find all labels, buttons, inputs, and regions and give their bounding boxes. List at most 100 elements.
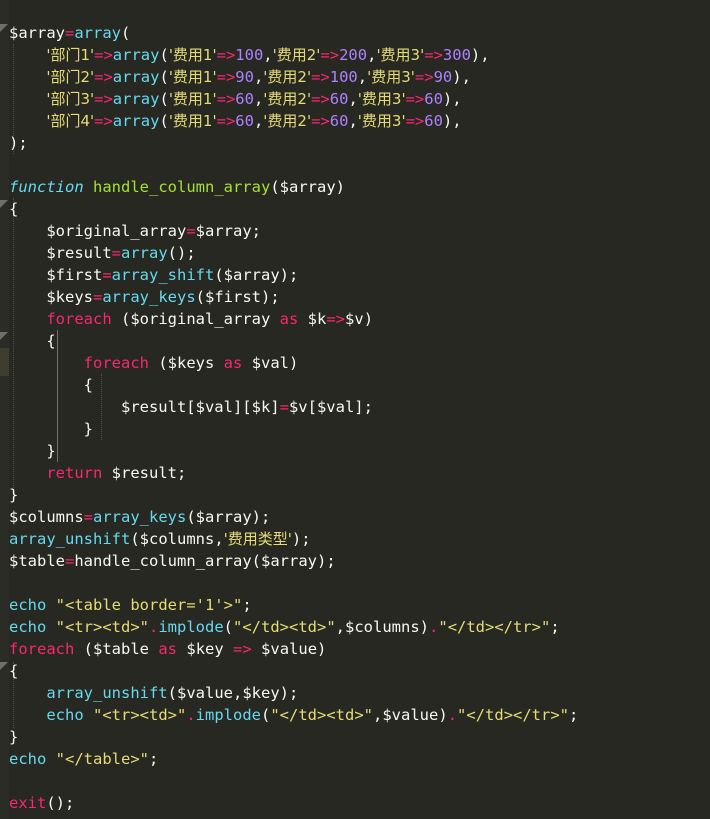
code-line-1[interactable]: $array=array( — [9, 22, 130, 44]
token: $val — [251, 354, 290, 372]
token: => — [94, 46, 113, 64]
code-line-28[interactable]: echo "<tr><td>".implode("</td><td>",$col… — [9, 616, 560, 638]
token: } — [9, 420, 93, 438]
code-line-20[interactable]: } — [9, 440, 55, 462]
token: => — [216, 112, 236, 130]
token: ); — [291, 530, 311, 548]
token: , — [357, 68, 368, 86]
token: $array — [195, 222, 252, 240]
token: ( — [111, 310, 131, 328]
code-line-29[interactable]: foreach ($table as $key => $value) — [9, 638, 326, 660]
code-line-18[interactable]: $result[$val][$k]=$v[$val]; — [9, 396, 373, 418]
token: ), — [442, 90, 462, 108]
token: 100 — [329, 68, 358, 86]
token: '费用2' — [272, 46, 321, 64]
code-line-32[interactable]: echo "<tr><td>".implode("</td><td>",$val… — [9, 704, 578, 726]
code-line-31[interactable]: array_unshift($value,$key); — [9, 682, 298, 704]
token: function — [9, 178, 84, 196]
code-line-3[interactable]: '部门2'=>array('费用1'=>90,'费用2'=>100,'费用3'=… — [9, 66, 471, 88]
token: = — [102, 266, 112, 284]
code-line-2[interactable]: '部门1'=>array('费用1'=>100,'费用2'=>200,'费用3'… — [9, 44, 489, 66]
code-editor[interactable]: $array=array( '部门1'=>array('费用1'=>100,'费… — [0, 0, 710, 819]
token: ); — [9, 134, 28, 152]
token: $value — [261, 640, 318, 658]
token: $result[$val][$k] — [9, 398, 280, 416]
code-line-10[interactable]: $original_array=$array; — [9, 220, 261, 242]
token: => — [94, 112, 113, 130]
token: ( — [159, 90, 169, 108]
token: array — [112, 112, 160, 130]
token: ( — [121, 24, 131, 42]
code-line-14[interactable]: foreach ($original_array as $k=>$v) — [9, 308, 373, 330]
code-line-9[interactable]: { — [9, 198, 18, 220]
code-line-13[interactable]: $keys=array_keys($first); — [9, 286, 279, 308]
token: '费用3' — [357, 112, 406, 130]
code-line-25[interactable]: $table=handle_column_array($array); — [9, 550, 336, 572]
token: $columns — [139, 530, 215, 548]
code-text-area[interactable]: $array=array( '部门1'=>array('费用1'=>100,'费… — [0, 0, 710, 819]
token: echo — [9, 618, 47, 636]
code-line-30[interactable]: { — [9, 660, 18, 682]
code-line-33[interactable]: } — [9, 726, 18, 748]
token: ; — [149, 750, 159, 768]
code-line-22[interactable]: } — [9, 484, 18, 506]
code-line-12[interactable]: $first=array_shift($array); — [9, 264, 298, 286]
code-line-24[interactable]: array_unshift($columns,'费用类型'); — [9, 528, 311, 550]
code-line-36[interactable]: exit(); — [9, 792, 74, 814]
code-line-21[interactable]: return $result; — [9, 462, 186, 484]
token: $v — [345, 310, 364, 328]
code-line-5[interactable]: '部门4'=>array('费用1'=>60,'费用2'=>60,'费用3'=>… — [9, 110, 461, 132]
token: ( — [223, 618, 234, 636]
code-line-6[interactable]: ); — [9, 132, 28, 154]
token: => — [311, 112, 330, 130]
code-line-4[interactable]: '部门3'=>array('费用1'=>60,'费用2'=>60,'费用3'=>… — [9, 88, 462, 110]
token: , — [253, 112, 264, 130]
token: "<tr><td>" — [93, 706, 187, 724]
token: => — [320, 46, 340, 64]
token: ( — [186, 508, 196, 526]
code-line-23[interactable]: $columns=array_keys($array); — [9, 506, 270, 528]
code-line-8[interactable]: function handle_column_array($array) — [9, 176, 345, 198]
token: { — [9, 332, 56, 350]
token: $result — [111, 464, 177, 482]
token: => — [414, 68, 434, 86]
token: array — [74, 24, 122, 42]
code-line-16[interactable]: foreach ($keys as $val) — [9, 352, 299, 374]
token: ; — [242, 596, 252, 614]
token: ; — [251, 222, 261, 240]
token: foreach — [46, 310, 112, 328]
token: '部门3' — [46, 90, 95, 108]
code-line-15[interactable]: { — [9, 330, 56, 352]
token: , — [348, 112, 358, 130]
token: '费用2' — [263, 112, 312, 130]
code-line-34[interactable]: echo "</table>"; — [9, 748, 158, 770]
token: foreach — [9, 640, 75, 658]
code-line-19[interactable]: } — [9, 418, 93, 440]
token: array_shift — [111, 266, 215, 284]
token: $array — [261, 552, 317, 570]
token: array — [112, 46, 160, 64]
code-line-27[interactable]: echo "<table border='1'>"; — [9, 594, 252, 616]
token: = — [279, 398, 289, 416]
code-line-17[interactable]: { — [9, 374, 93, 396]
token: ); — [279, 266, 299, 284]
token: $first — [205, 288, 262, 306]
token: "<tr><td>" — [55, 618, 149, 636]
token: 300 — [442, 46, 471, 64]
code-line-11[interactable]: $result=array(); — [9, 242, 196, 264]
token: => — [424, 46, 443, 64]
token: (); — [167, 244, 196, 262]
token: ; — [550, 618, 560, 636]
token: ; — [569, 706, 579, 724]
token: ( — [214, 266, 224, 284]
token: 100 — [235, 46, 264, 64]
